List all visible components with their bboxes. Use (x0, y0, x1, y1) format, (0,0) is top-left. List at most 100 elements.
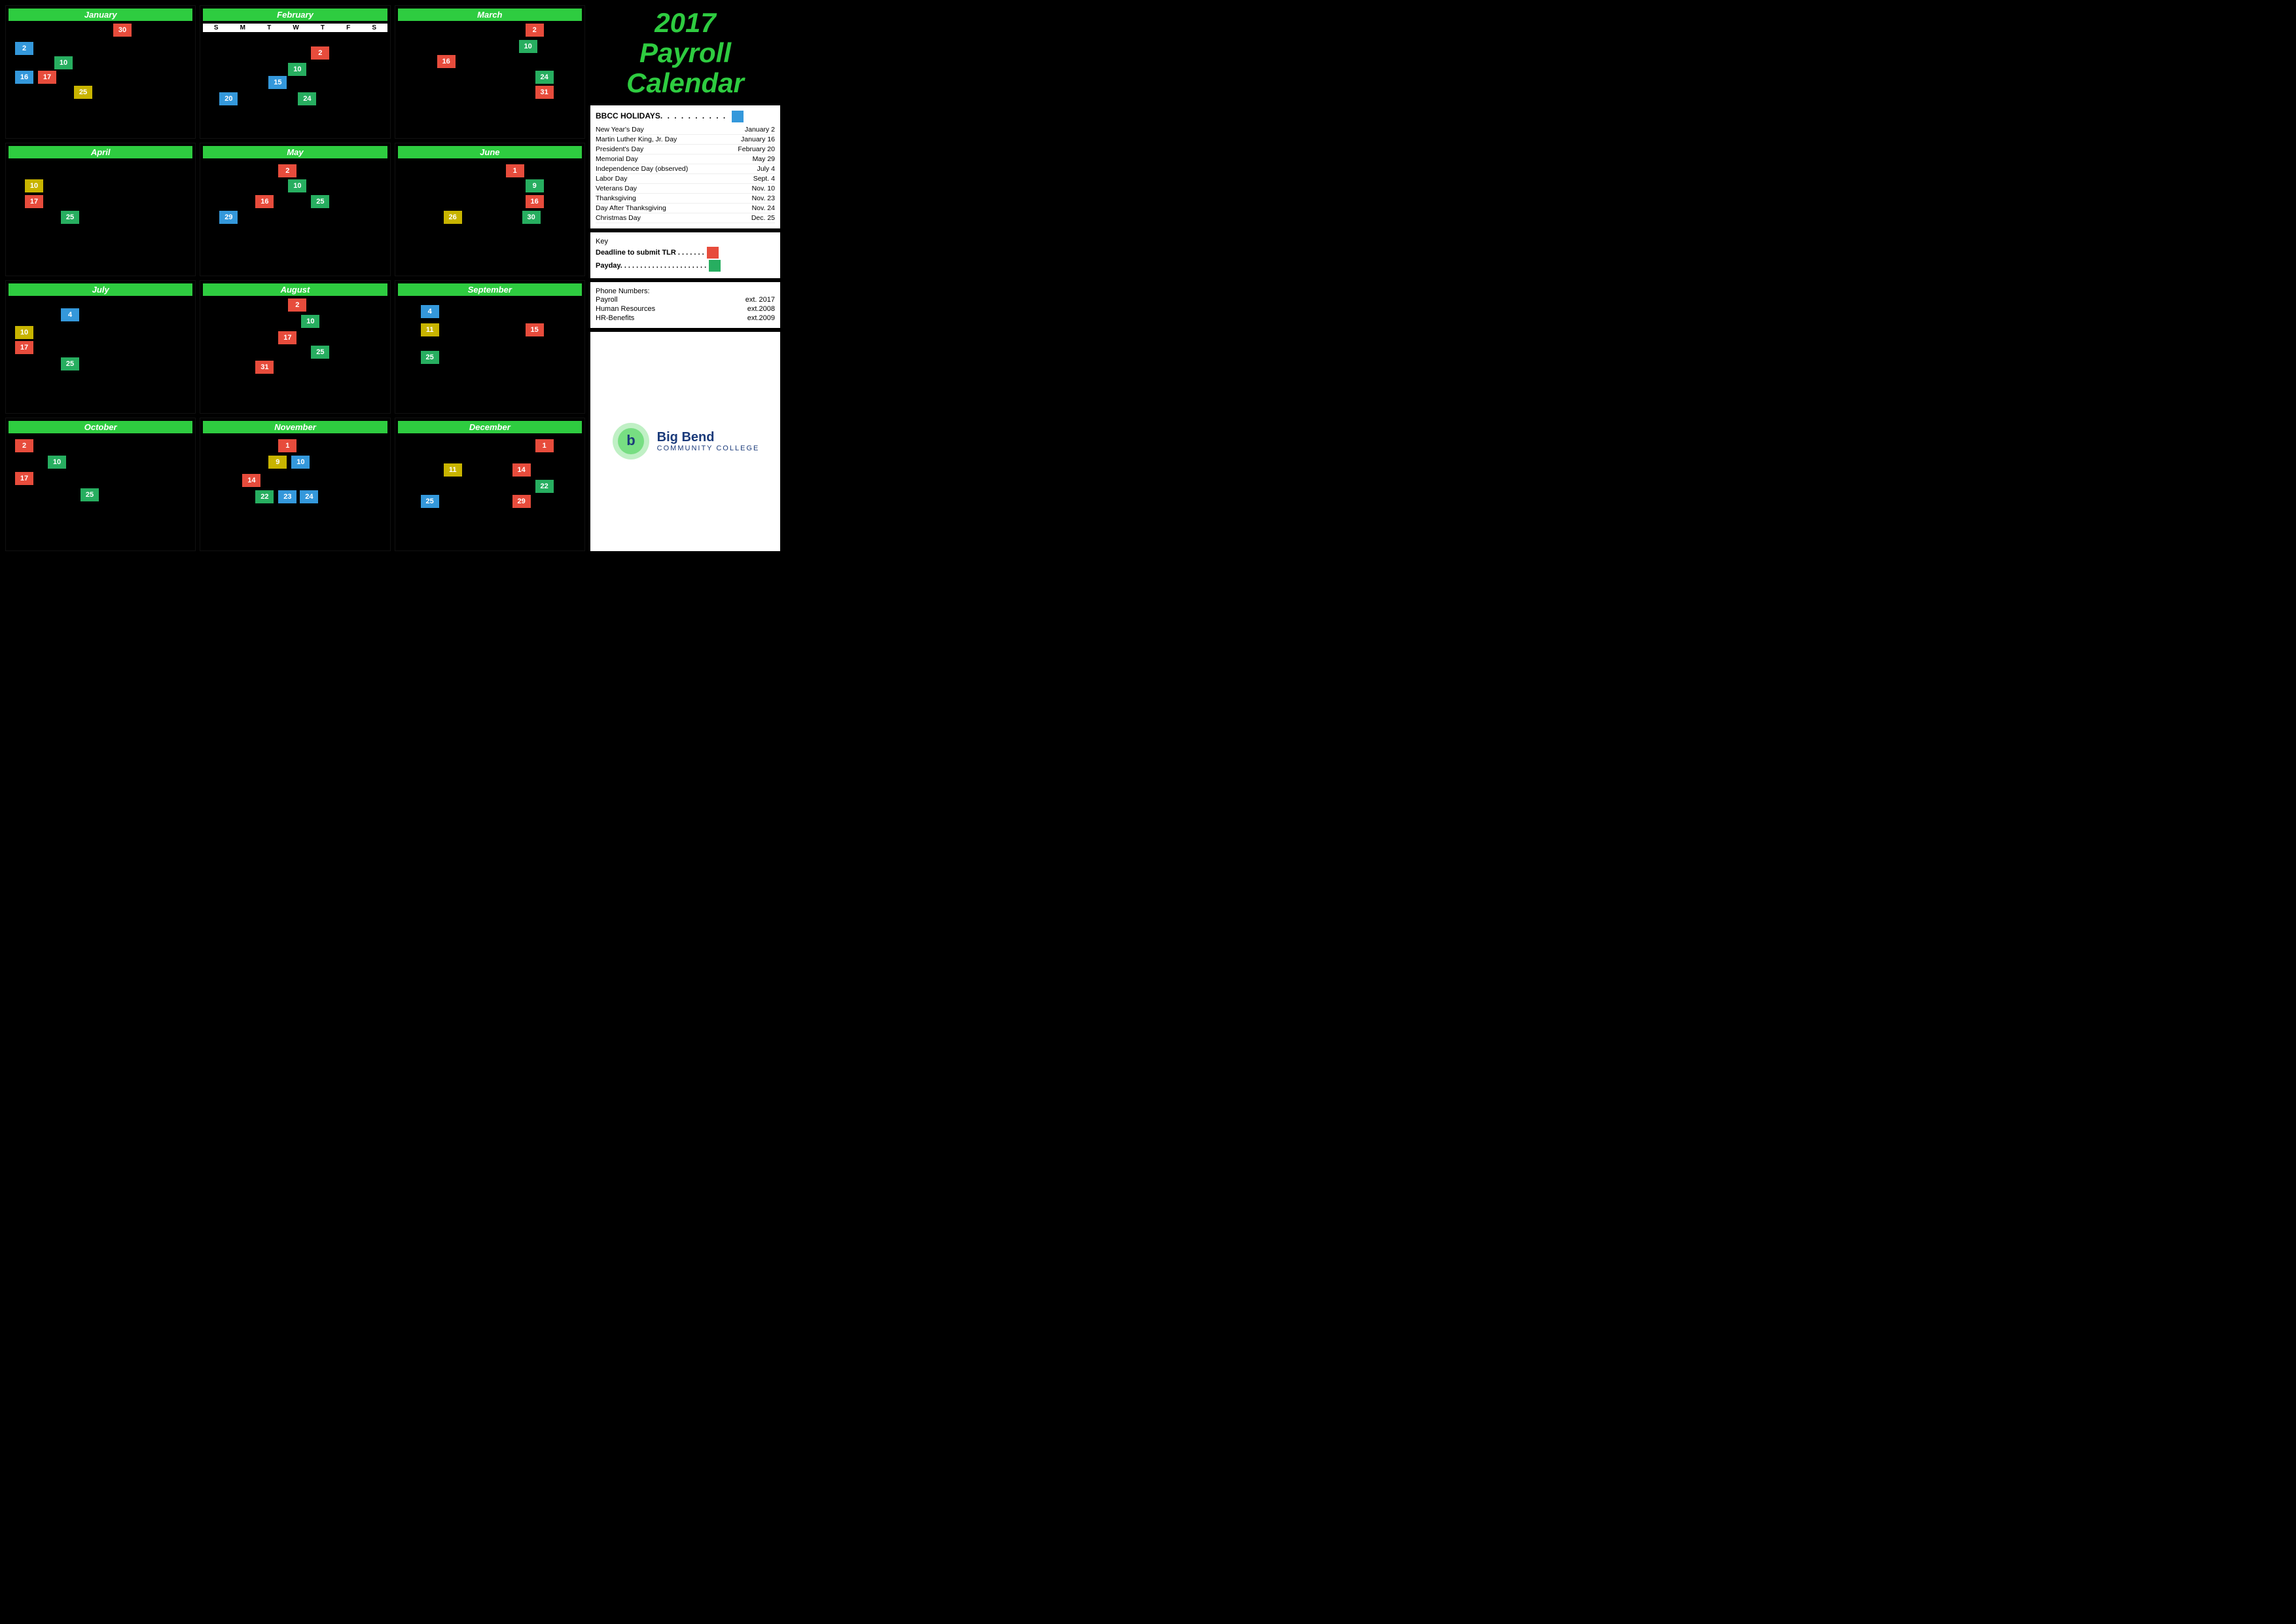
date-badge-4: 4 (421, 305, 439, 318)
holiday-date: Sept. 4 (753, 175, 775, 183)
date-badge-2: 2 (15, 439, 33, 452)
holiday-date: February 20 (738, 145, 775, 153)
holiday-name: Independence Day (observed) (596, 165, 688, 173)
phone-dept: HR-Benefits (596, 314, 634, 322)
dow-cell: S (214, 24, 219, 31)
holiday-date: Nov. 23 (752, 194, 775, 202)
holiday-date: January 16 (741, 135, 775, 143)
date-badge-25: 25 (311, 195, 329, 208)
bbcc-logo-svg: b (611, 422, 651, 461)
date-badge-10: 10 (48, 456, 66, 469)
date-badge-17: 17 (15, 472, 33, 485)
month-header: May (203, 146, 387, 158)
calendar-dates: 2101725 (9, 436, 192, 514)
holidays-box: BBCC HOLIDAYS. . . . . . . . . . New Yea… (590, 105, 780, 228)
logo-box: b Big Bend COMMUNITY COLLEGE (590, 332, 780, 551)
calendar-dates: 11114222529 (398, 436, 582, 514)
month-header: February (203, 9, 387, 21)
month-block-december: December11114222529 (395, 418, 585, 551)
holiday-row: President's DayFebruary 20 (596, 145, 775, 154)
month-header: August (203, 283, 387, 296)
date-badge-16: 16 (437, 55, 456, 68)
logo-text-block: Big Bend COMMUNITY COLLEGE (657, 430, 760, 452)
date-badge-16: 16 (15, 71, 33, 84)
calendar-dates: 4111525 (398, 298, 582, 377)
right-panel: 2017PayrollCalendar BBCC HOLIDAYS. . . .… (590, 5, 780, 551)
date-badge-9: 9 (268, 456, 287, 469)
date-badge-24: 24 (535, 71, 554, 84)
holiday-row: Thanksgiving Nov. 23 (596, 194, 775, 204)
holiday-name: Day After Thanksgiving (596, 204, 666, 212)
tlr-color (707, 247, 719, 259)
calendar-dates: 210172531 (203, 298, 387, 377)
date-badge-10: 10 (291, 456, 310, 469)
date-badge-30: 30 (113, 24, 132, 37)
date-badge-20: 20 (219, 92, 238, 105)
holiday-row: Martin Luther King, Jr. Day January 16 (596, 135, 775, 145)
holiday-date: Nov. 24 (752, 204, 775, 212)
date-badge-25: 25 (311, 346, 329, 359)
holidays-list: New Year's DayJanuary 2Martin Luther Kin… (596, 125, 775, 223)
month-block-june: June19162630 (395, 143, 585, 276)
dow-header-row: SMTWTFS (203, 24, 387, 32)
date-badge-2: 2 (311, 46, 329, 60)
date-badge-22: 22 (255, 490, 274, 503)
date-badge-24: 24 (300, 490, 318, 503)
month-header: November (203, 421, 387, 433)
holiday-name: Thanksgiving (596, 194, 636, 202)
date-badge-31: 31 (535, 86, 554, 99)
month-header: September (398, 283, 582, 296)
payday-key-row: Payday. . . . . . . . . . . . . . . . . … (596, 260, 775, 272)
month-block-october: October2101725 (5, 418, 196, 551)
date-badge-11: 11 (444, 463, 462, 477)
date-badge-10: 10 (25, 179, 43, 192)
month-block-may: May210162529 (200, 143, 390, 276)
holiday-name: Labor Day (596, 175, 627, 183)
key-box: Key Deadline to submit TLR . . . . . . .… (590, 232, 780, 278)
date-badge-16: 16 (255, 195, 274, 208)
month-block-november: November191014222324 (200, 418, 390, 551)
holiday-row: Memorial DayMay 29 (596, 154, 775, 164)
date-badge-16: 16 (526, 195, 544, 208)
date-badge-22: 22 (535, 480, 554, 493)
month-header: December (398, 421, 582, 433)
calendar-dates: 191014222324 (203, 436, 387, 514)
holiday-name: Memorial Day (596, 155, 638, 163)
holiday-date: Dec. 25 (751, 214, 775, 222)
date-badge-17: 17 (25, 195, 43, 208)
month-block-march: March210162431 (395, 5, 585, 139)
date-badge-14: 14 (242, 474, 260, 487)
calendar-dates: 10 17 25 (9, 161, 192, 240)
date-badge-15: 15 (526, 323, 544, 336)
date-badge-17: 17 (278, 331, 296, 344)
phone-row: HR-Benefits ext.2009 (596, 314, 775, 323)
phone-ext: ext. 2017 (745, 296, 775, 304)
dow-cell: M (240, 24, 245, 31)
date-badge-25: 25 (61, 357, 79, 370)
holiday-name: Martin Luther King, Jr. Day (596, 135, 677, 143)
month-header: October (9, 421, 192, 433)
phone-title: Phone Numbers: (596, 287, 775, 295)
phone-row: Payrollext. 2017 (596, 295, 775, 304)
date-badge-10: 10 (54, 56, 73, 69)
date-badge-25: 25 (421, 495, 439, 508)
date-badge-10: 10 (15, 326, 33, 339)
date-badge-1: 1 (535, 439, 554, 452)
date-badge-23: 23 (278, 490, 296, 503)
month-block-april: April101725 (5, 143, 196, 276)
date-badge-25: 25 (61, 211, 79, 224)
phone-dept: Human Resources (596, 305, 655, 313)
month-block-january: January30210161725 (5, 5, 196, 139)
holiday-name: Christmas Day (596, 214, 641, 222)
date-badge-31: 31 (255, 361, 274, 374)
month-header: July (9, 283, 192, 296)
holiday-row: Day After Thanksgiving Nov. 24 (596, 204, 775, 213)
calendar-dates: 19162630 (398, 161, 582, 240)
date-badge-24: 24 (298, 92, 316, 105)
date-badge-1: 1 (506, 164, 524, 177)
date-badge-29: 29 (219, 211, 238, 224)
holiday-date: July 4 (757, 165, 775, 173)
phone-ext: ext.2009 (747, 314, 775, 322)
phone-box: Phone Numbers: Payrollext. 2017Human Res… (590, 282, 780, 328)
holidays-title: BBCC HOLIDAYS. . . . . . . . . . (596, 111, 775, 122)
